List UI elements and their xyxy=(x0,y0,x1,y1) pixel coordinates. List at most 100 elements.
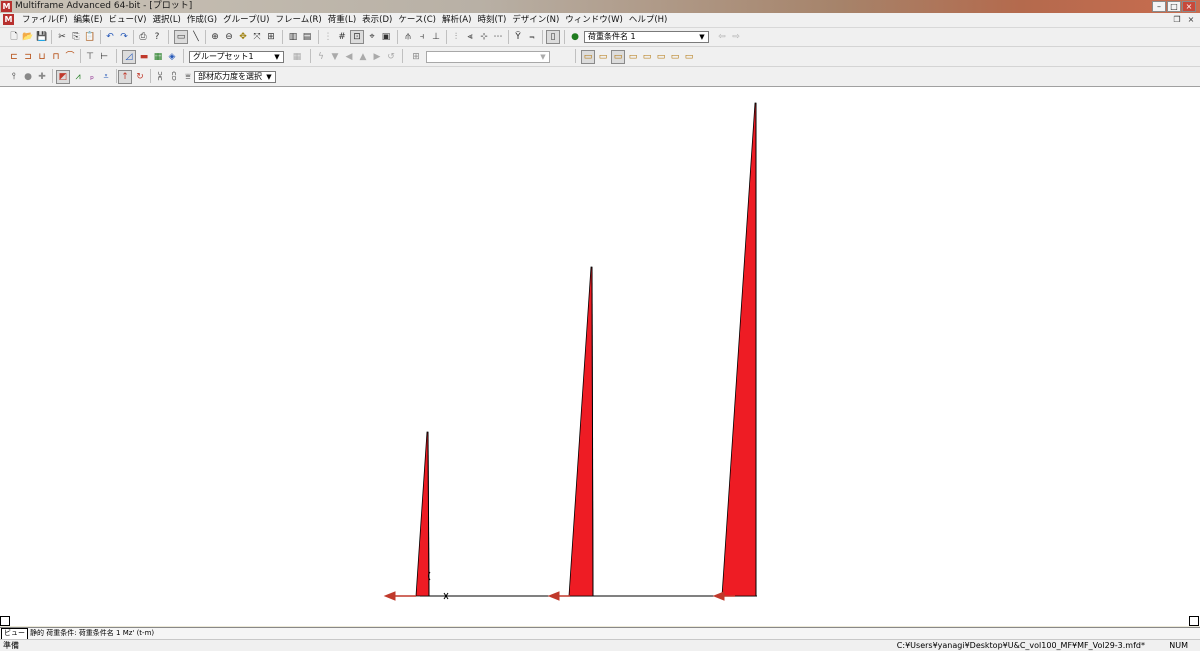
plot-canvas[interactable] xyxy=(0,87,1200,626)
triangle-right-icon: ▶ xyxy=(373,52,381,62)
zoom-fit-icon[interactable]: ⤧ xyxy=(251,31,263,43)
layout-6-icon[interactable]: ▭ xyxy=(655,51,667,63)
menu-create[interactable]: 作成(G) xyxy=(184,13,220,27)
results-table-icon[interactable]: ▦ xyxy=(152,51,164,63)
next-case-icon[interactable]: ⇨ xyxy=(730,31,742,43)
zoom-window-icon[interactable]: ╲ xyxy=(190,31,202,43)
diagram-info-label: 静的 荷重条件: 荷重条件名 1 Mz' (t-m) xyxy=(30,629,155,637)
section-view-icon[interactable]: ▯ xyxy=(546,30,560,44)
node-number-icon[interactable]: ⫶ xyxy=(450,31,462,43)
undo-icon[interactable]: ↶ xyxy=(104,31,116,43)
results-toolbar: ⫯ ● ✚ ◩ ⩘ ₚ ⩡ ↑ ↻ ⩈ ⩉ ⩸ 部材応力度を選択 ▼ xyxy=(0,67,1200,87)
member-icon[interactable]: ✚ xyxy=(36,71,48,83)
frame-text-icon[interactable]: ⊤ xyxy=(84,51,96,63)
layout-3-icon[interactable]: ▭ xyxy=(611,50,625,64)
menu-window[interactable]: ウィンドウ(W) xyxy=(562,13,626,27)
layout-2-icon[interactable]: ▭ xyxy=(597,51,609,63)
moment-diagram-column-1 xyxy=(415,431,430,597)
menu-time[interactable]: 時刻(T) xyxy=(474,13,509,27)
axes-icon[interactable]: ⊹ xyxy=(478,31,490,43)
frame-graph-icon[interactable]: ⌒ xyxy=(64,51,76,63)
frame-left-icon[interactable]: ⊏ xyxy=(8,51,20,63)
rotate-icon[interactable]: ↻ xyxy=(134,71,146,83)
snap-grid-icon[interactable]: ⊡ xyxy=(350,30,364,44)
group-set-select[interactable]: グループセット1 ▼ xyxy=(189,51,284,63)
previous-case-icon[interactable]: ⇦ xyxy=(716,31,728,43)
new-file-icon[interactable]: 🗋 xyxy=(8,31,20,43)
reaction-arrow-icon[interactable]: ↑ xyxy=(118,70,132,84)
link-icon[interactable]: ⋯ xyxy=(492,31,504,43)
snap-node-icon[interactable]: ⌖ xyxy=(366,31,378,43)
deflected-shape-icon[interactable]: ⩈ xyxy=(154,71,166,83)
menu-select[interactable]: 選択(L) xyxy=(150,13,184,27)
stress-icon[interactable]: ⩸ xyxy=(182,71,194,83)
lightning-icon: ϟ xyxy=(318,52,324,62)
moment-diagram xyxy=(383,102,757,601)
mdi-restore-button[interactable]: ❐ xyxy=(1171,14,1183,25)
support-roller-icon[interactable]: ⫞ xyxy=(416,31,428,43)
save-icon[interactable]: 💾 xyxy=(36,31,48,43)
select-frame-icon[interactable]: ▭ xyxy=(174,30,188,44)
copy-icon[interactable]: ⎘ xyxy=(70,31,82,43)
frame-down-icon[interactable]: ⊔ xyxy=(36,51,48,63)
member-stress-select[interactable]: 部材応力度を選択 ▼ xyxy=(194,71,276,83)
moment-diagram-icon[interactable]: ◩ xyxy=(56,70,70,84)
frame-up-icon[interactable]: ⊓ xyxy=(50,51,62,63)
document-icon[interactable]: M xyxy=(3,14,14,25)
grid-icon[interactable]: # xyxy=(336,31,348,43)
node-dot-icon[interactable]: ● xyxy=(22,71,34,83)
layout-7-icon[interactable]: ▭ xyxy=(669,51,681,63)
load-case-select[interactable]: 荷重条件名 1 ▼ xyxy=(584,31,709,43)
print-icon[interactable]: ⎙ xyxy=(137,31,149,43)
torsion-diagram-icon[interactable]: ⩡ xyxy=(100,71,112,83)
minimize-button[interactable]: – xyxy=(1152,1,1166,12)
layout-8-icon[interactable]: ▭ xyxy=(683,51,695,63)
spring-icon[interactable]: Ÿ xyxy=(512,31,524,43)
shear-diagram-icon[interactable]: ⩘ xyxy=(72,71,84,83)
menu-analyze[interactable]: 解析(A) xyxy=(439,13,474,27)
menu-frame[interactable]: フレーム(R) xyxy=(272,13,324,27)
menu-help[interactable]: ヘルプ(H) xyxy=(626,13,671,27)
help-pointer-icon[interactable]: ? xyxy=(151,31,163,43)
member-number-icon[interactable]: ⫷ xyxy=(464,31,476,43)
corner-marker-left xyxy=(0,616,10,626)
zoom-out-icon[interactable]: ⊖ xyxy=(223,31,235,43)
frame-right-icon[interactable]: ⊐ xyxy=(22,51,34,63)
window-title: Multiframe Advanced 64-bit - [プロット] xyxy=(15,1,193,11)
menu-edit[interactable]: 編集(E) xyxy=(71,13,106,27)
rows-icon[interactable]: ▤ xyxy=(301,31,313,43)
support-fixed-icon[interactable]: ⊥ xyxy=(430,31,442,43)
layout-4-icon[interactable]: ▭ xyxy=(627,51,639,63)
pan-icon[interactable]: ✥ xyxy=(237,31,249,43)
open-folder-icon[interactable]: 📂 xyxy=(22,31,34,43)
layout-5-icon[interactable]: ▭ xyxy=(641,51,653,63)
menu-group[interactable]: グループ(U) xyxy=(220,13,272,27)
zoom-all-icon[interactable]: ⊞ xyxy=(265,31,277,43)
menu-load[interactable]: 荷重(L) xyxy=(325,13,359,27)
menu-view[interactable]: ビュー(V) xyxy=(106,13,150,27)
layout-1-icon[interactable]: ▭ xyxy=(581,50,595,64)
release-icon[interactable]: ⫬ xyxy=(526,31,538,43)
redo-icon[interactable]: ↷ xyxy=(118,31,130,43)
deflection-icon[interactable]: ▬ xyxy=(138,51,150,63)
frame-table-icon[interactable]: ⊢ xyxy=(98,51,110,63)
3d-view-icon[interactable]: ◈ xyxy=(166,51,178,63)
support-pin-icon[interactable]: ⫛ xyxy=(402,31,414,43)
mdi-close-button[interactable]: × xyxy=(1185,14,1197,25)
menu-file[interactable]: ファイル(F) xyxy=(19,13,71,27)
menu-design[interactable]: デザイン(N) xyxy=(509,13,562,27)
close-button[interactable]: × xyxy=(1182,1,1196,12)
menu-case[interactable]: ケース(C) xyxy=(395,13,439,27)
plot-view-icon[interactable]: ◿ xyxy=(122,50,136,64)
columns-icon[interactable]: ▥ xyxy=(287,31,299,43)
dropdown-arrow-icon: ▼ xyxy=(540,53,546,61)
zoom-in-icon[interactable]: ⊕ xyxy=(209,31,221,43)
load-display-icon[interactable]: ⫯ xyxy=(8,71,20,83)
window-view-icon[interactable]: ▣ xyxy=(380,31,392,43)
axial-diagram-icon[interactable]: ₚ xyxy=(86,71,98,83)
maximize-button[interactable]: □ xyxy=(1167,1,1181,12)
animation-icon[interactable]: ⩉ xyxy=(168,71,180,83)
paste-icon[interactable]: 📋 xyxy=(84,31,96,43)
menu-display[interactable]: 表示(D) xyxy=(359,13,395,27)
cut-icon[interactable]: ✂ xyxy=(56,31,68,43)
